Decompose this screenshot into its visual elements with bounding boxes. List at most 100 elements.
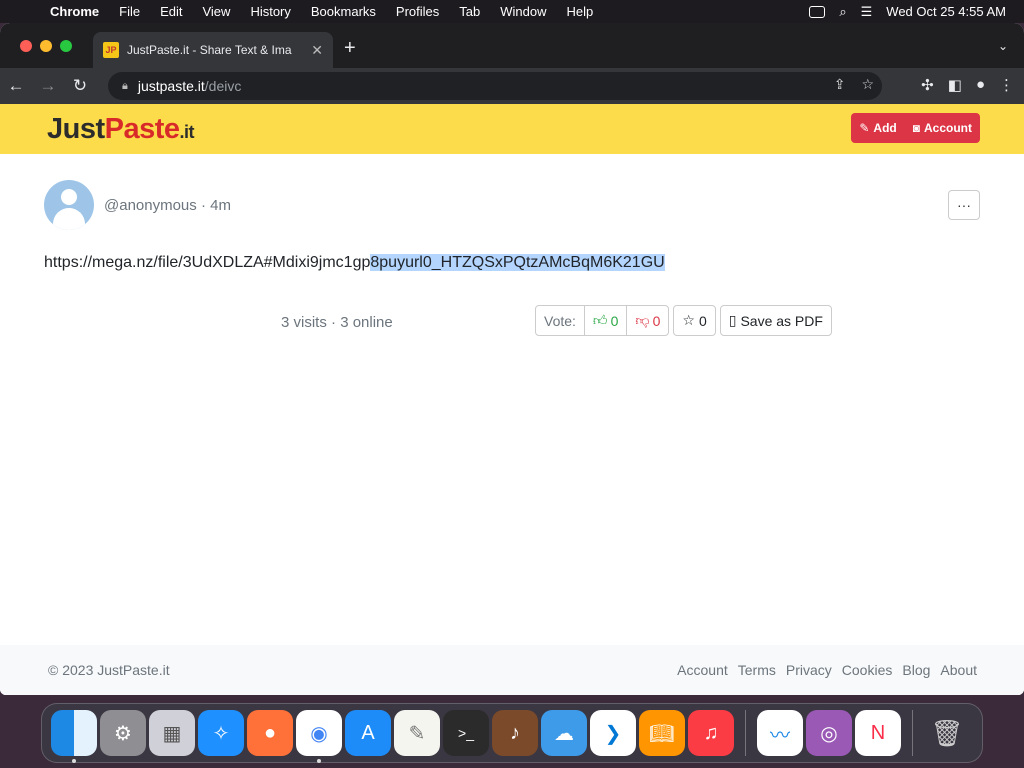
trash-icon[interactable]: 🗑︎	[924, 710, 970, 756]
spotlight-search-icon[interactable]: ⌕	[839, 4, 846, 20]
share-icon[interactable]: ⇪	[834, 76, 846, 93]
finder-icon[interactable]	[51, 710, 97, 763]
user-icon: ◙	[912, 121, 920, 135]
post-age: 4m	[210, 196, 231, 214]
side-panel-icon[interactable]: ◧	[948, 76, 962, 94]
vscode-icon[interactable]: ❯	[590, 710, 636, 756]
menubar-clock[interactable]: Wed Oct 25 4:55 AM	[886, 4, 1006, 19]
lock-icon[interactable]: 🔒︎	[122, 80, 128, 93]
window-controls	[20, 40, 72, 52]
launchpad-icon[interactable]: ▦	[149, 710, 195, 756]
menubar-status-area: ⌕ ☰ Wed Oct 25 4:55 AM	[809, 0, 1024, 23]
avatar	[44, 180, 94, 230]
menu-view[interactable]: View	[192, 4, 240, 19]
textedit-icon[interactable]: ✎	[394, 710, 440, 756]
forward-arrow-icon[interactable]: →	[32, 76, 64, 96]
post-content[interactable]: https://mega.nz/file/3UdXDLZA#Mdixi9jmc1…	[44, 254, 665, 272]
kebab-menu-icon[interactable]: ⋮	[999, 76, 1014, 94]
post-meta: @anonymous · 4m	[104, 196, 231, 214]
profile-avatar-icon[interactable]: ●	[976, 76, 985, 94]
menu-help[interactable]: Help	[557, 4, 604, 19]
footer-link-blog[interactable]: Blog	[902, 662, 930, 678]
screen-mirroring-icon[interactable]	[809, 5, 826, 18]
dock-separator	[912, 710, 913, 756]
address-bar[interactable]: 🔒︎ justpaste.it/deivc ⇪ ☆	[108, 72, 882, 100]
back-arrow-icon[interactable]: ←	[0, 76, 32, 96]
firefox-icon[interactable]: ●	[247, 710, 293, 756]
running-indicator	[317, 759, 321, 763]
star-button[interactable]: ☆ 0	[673, 305, 716, 336]
url-path: /deivc	[204, 78, 242, 94]
menu-app-name[interactable]: Chrome	[40, 4, 109, 19]
footer-link-terms[interactable]: Terms	[738, 662, 776, 678]
books-icon[interactable]: 📖︎	[639, 710, 685, 756]
account-button[interactable]: ◙ Account	[905, 121, 980, 135]
star-count: 0	[698, 312, 707, 329]
logo-dotit: .it	[179, 122, 195, 142]
menu-tab[interactable]: Tab	[449, 4, 490, 19]
thumbs-down-icon: 👎︎	[635, 312, 650, 328]
bookmark-star-icon[interactable]: ☆	[861, 76, 874, 93]
footer-link-cookies[interactable]: Cookies	[842, 662, 893, 678]
tab-close-icon[interactable]: ✕	[311, 42, 323, 59]
menu-bookmarks[interactable]: Bookmarks	[301, 4, 386, 19]
post-author[interactable]: @anonymous	[104, 197, 197, 214]
browser-toolbar: ← → ↻ 🔒︎ justpaste.it/deivc ⇪ ☆ ✣ ◧ ● ⋮	[0, 68, 1024, 104]
footer-link-about[interactable]: About	[940, 662, 977, 678]
justpaste-logo[interactable]: JustPaste.it	[47, 113, 195, 146]
control-center-icon[interactable]: ☰	[861, 4, 873, 20]
footer-link-account[interactable]: Account	[677, 662, 728, 678]
tab-strip: JP JustPaste.it - Share Text & Ima ✕ + ⌄	[0, 23, 1024, 68]
reload-icon[interactable]: ↻	[64, 76, 96, 96]
news-icon[interactable]: N	[855, 710, 901, 756]
macos-menubar: Chrome File Edit View History Bookmarks …	[0, 0, 1024, 23]
terminal-icon[interactable]: >_	[443, 710, 489, 756]
thumbs-up-icon: 👍︎	[592, 312, 608, 328]
more-options-button[interactable]: ···	[948, 190, 980, 220]
logo-paste: Paste	[104, 113, 180, 145]
running-indicator	[72, 759, 76, 763]
header-button-group: ✎ Add ◙ Account	[851, 113, 980, 143]
menu-profiles[interactable]: Profiles	[386, 4, 449, 19]
app-store-icon[interactable]: A	[345, 710, 391, 756]
music-icon[interactable]: ♫	[688, 710, 734, 756]
downvote-button[interactable]: 👎︎ 0	[627, 306, 668, 335]
avatar-head-shape	[61, 189, 77, 205]
zoom-window-button[interactable]	[60, 40, 72, 52]
chrome-icon[interactable]: ◉	[296, 710, 342, 763]
close-window-button[interactable]	[20, 40, 32, 52]
menu-file[interactable]: File	[109, 4, 150, 19]
add-button[interactable]: ✎ Add	[851, 121, 904, 135]
minimize-window-button[interactable]	[40, 40, 52, 52]
add-button-label: Add	[873, 121, 897, 135]
avatar-body-shape	[53, 208, 85, 230]
url-domain: justpaste.it	[137, 78, 205, 94]
macos-dock: ⚙ ▦ ✧ ● ◉ A ✎ >_ ♪ ☁ ❯ 📖︎ ♫ 〰 ◎ N 🗑︎	[41, 703, 983, 763]
garageband-icon[interactable]: ♪	[492, 710, 538, 756]
new-tab-plus-icon[interactable]: +	[344, 37, 356, 60]
dock-separator	[745, 710, 746, 756]
post-text-unselected: https://mega.nz/file/3UdXDLZA#Mdixi9jmc1…	[44, 254, 371, 271]
extensions-puzzle-icon[interactable]: ✣	[921, 76, 934, 94]
site-header: JustPaste.it ✎ Add ◙ Account	[0, 104, 1024, 154]
menu-edit[interactable]: Edit	[150, 4, 192, 19]
active-tab[interactable]: JP JustPaste.it - Share Text & Ima ✕	[93, 32, 333, 68]
post-actions: Vote: 👍︎ 0 👎︎ 0 ☆ 0 ▯ Save as PDF	[535, 305, 832, 336]
icloud-icon[interactable]: ☁	[541, 710, 587, 756]
browser-window: JP JustPaste.it - Share Text & Ima ✕ + ⌄…	[0, 23, 1024, 695]
vote-group: Vote: 👍︎ 0 👎︎ 0	[535, 305, 670, 336]
edit-icon: ✎	[859, 121, 870, 135]
footer-link-privacy[interactable]: Privacy	[786, 662, 832, 678]
menu-history[interactable]: History	[240, 4, 300, 19]
podcasts-icon[interactable]: ◎	[806, 710, 852, 756]
system-settings-icon[interactable]: ⚙	[100, 710, 146, 756]
tab-search-chevron-icon[interactable]: ⌄	[998, 39, 1008, 53]
online-count: 3 online	[340, 314, 393, 331]
upvote-button[interactable]: 👍︎ 0	[585, 306, 628, 335]
save-as-pdf-button[interactable]: ▯ Save as PDF	[719, 305, 832, 336]
freeform-icon[interactable]: 〰	[757, 710, 803, 756]
copyright: © 2023 JustPaste.it	[48, 662, 170, 678]
visit-count: 3 visits	[281, 314, 327, 331]
menu-window[interactable]: Window	[490, 4, 556, 19]
safari-icon[interactable]: ✧	[198, 710, 244, 756]
